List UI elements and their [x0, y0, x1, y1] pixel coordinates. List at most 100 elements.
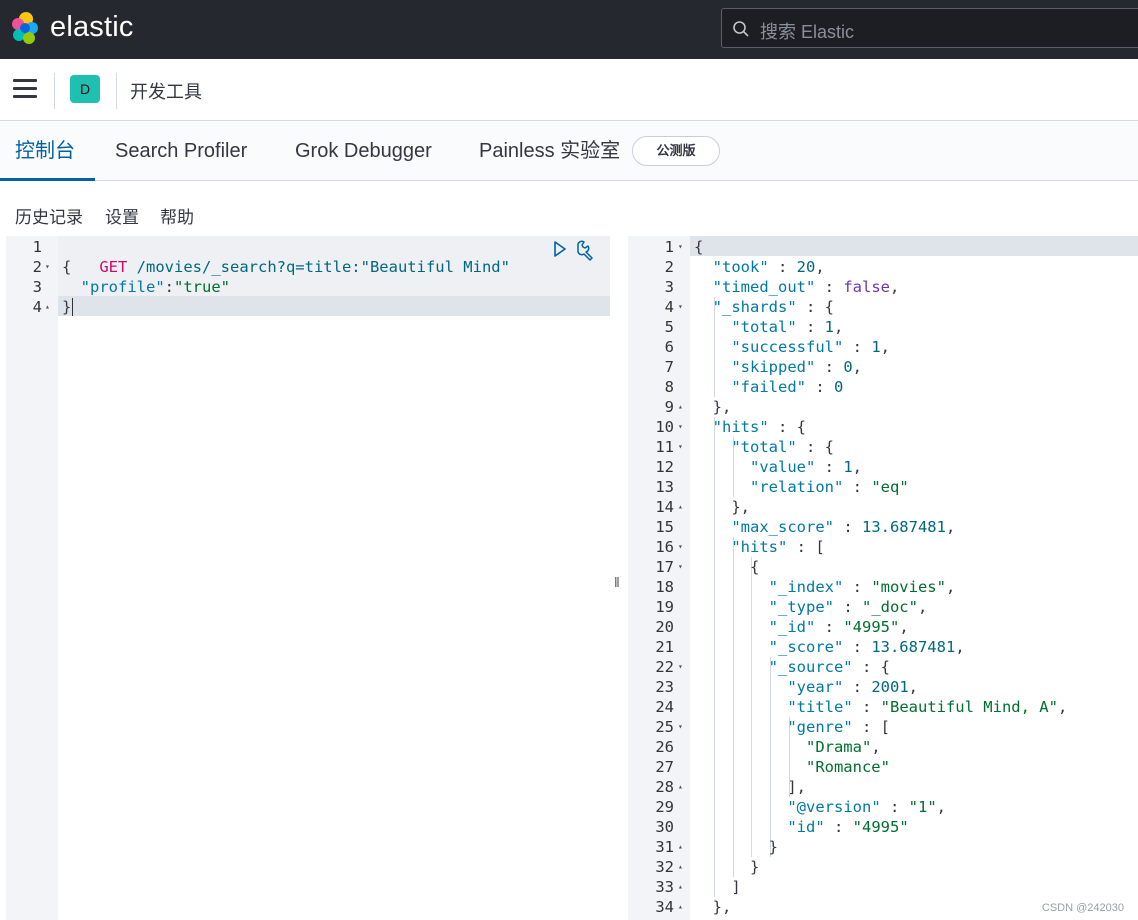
- fold-toggle-icon[interactable]: ▾: [678, 297, 683, 317]
- json-string: "4995": [852, 818, 909, 836]
- json-number: 13.687481: [861, 518, 946, 536]
- history-link[interactable]: 历史记录: [15, 203, 83, 228]
- response-line: {: [694, 557, 759, 577]
- json-punctuation: ,: [917, 598, 928, 616]
- json-punctuation: :: [824, 818, 853, 836]
- line-number: 9: [664, 398, 674, 416]
- json-number: 0: [843, 358, 853, 376]
- response-line: "Romance": [694, 757, 890, 777]
- fold-toggle-icon[interactable]: ▾: [678, 537, 683, 557]
- json-punctuation: ,: [936, 798, 946, 816]
- line-number: 34: [655, 898, 674, 916]
- response-line: "id" : "4995": [694, 817, 909, 837]
- logo-text[interactable]: elastic: [50, 11, 134, 44]
- fold-toggle-icon[interactable]: ▴: [678, 857, 683, 877]
- line-number: 3: [32, 278, 42, 296]
- fold-toggle-icon[interactable]: ▾: [45, 257, 50, 277]
- line-number: 15: [655, 518, 674, 536]
- request-method: GET: [99, 258, 128, 276]
- json-punctuation: :: [796, 318, 825, 336]
- response-line: "total" : 1,: [694, 317, 843, 337]
- active-line-highlight: [6, 296, 610, 316]
- line-number: 17: [655, 558, 674, 576]
- response-line: }: [694, 857, 759, 877]
- fold-toggle-icon[interactable]: ▴: [678, 497, 683, 517]
- request-gutter: [6, 236, 58, 920]
- response-line: "hits" : [: [694, 537, 824, 557]
- response-line: },: [694, 897, 732, 917]
- fold-toggle-icon[interactable]: ▴: [45, 297, 50, 317]
- line-number: 26: [655, 738, 674, 756]
- json-punctuation: : {: [852, 658, 890, 676]
- tab-grok-debugger[interactable]: Grok Debugger: [295, 122, 432, 181]
- response-viewer[interactable]: 1 ▾{2 "took" : 20, 3 "timed_out" : false, 4…: [628, 236, 1138, 920]
- fold-toggle-icon[interactable]: ▾: [678, 437, 683, 457]
- fold-toggle-icon[interactable]: ▾: [678, 657, 683, 677]
- response-line: "value" : 1,: [694, 457, 862, 477]
- json-punctuation: ],: [787, 778, 806, 796]
- json-key: "_id": [768, 618, 816, 636]
- json-key: "profile": [80, 278, 165, 296]
- json-punctuation: : [: [852, 718, 890, 736]
- settings-link[interactable]: 设置: [105, 203, 139, 228]
- json-punctuation: :: [852, 698, 881, 716]
- json-punctuation: }: [768, 838, 778, 856]
- tab-search-profiler[interactable]: Search Profiler: [115, 122, 247, 181]
- json-key: "title": [787, 698, 853, 716]
- global-search-input[interactable]: 搜索 Elastic: [721, 8, 1138, 48]
- line-number: 3: [664, 278, 674, 296]
- space-avatar[interactable]: D: [70, 75, 100, 103]
- line-number: 28: [655, 778, 674, 796]
- json-punctuation: :: [880, 798, 909, 816]
- fold-toggle-icon[interactable]: ▾: [678, 237, 683, 257]
- fold-toggle-icon[interactable]: ▴: [678, 777, 683, 797]
- elastic-logo-icon[interactable]: [10, 11, 40, 45]
- pane-resizer-handle[interactable]: ǁ: [614, 574, 620, 590]
- divider: [116, 73, 117, 109]
- request-line: }: [62, 298, 72, 316]
- json-string: "4995": [843, 618, 900, 636]
- wrench-icon[interactable]: [574, 239, 596, 261]
- line-number: 18: [655, 578, 674, 596]
- line-number: 24: [655, 698, 674, 716]
- json-key: "_score": [768, 638, 844, 656]
- hamburger-menu-icon[interactable]: [13, 79, 37, 99]
- tab-painless-lab[interactable]: Painless 实验室: [479, 122, 620, 181]
- response-line: ]: [694, 877, 740, 897]
- json-punctuation: ,: [899, 618, 909, 636]
- console-menu: 历史记录 设置 帮助: [0, 181, 1138, 236]
- tab-console[interactable]: 控制台: [0, 122, 95, 181]
- fold-toggle-icon[interactable]: ▴: [678, 837, 683, 857]
- fold-toggle-icon[interactable]: ▴: [678, 877, 683, 897]
- fold-toggle-icon[interactable]: ▴: [678, 397, 683, 417]
- request-url: /movies/_search?q=title:"Beautiful Mind": [136, 258, 510, 276]
- response-line: "skipped" : 0,: [694, 357, 862, 377]
- request-editor[interactable]: 1 2 ▾ 3 4 ▴ GET /movies/_search?q=title:…: [6, 236, 610, 920]
- fold-toggle-icon[interactable]: ▾: [678, 717, 683, 737]
- fold-toggle-icon[interactable]: ▾: [678, 417, 683, 437]
- json-punctuation: {: [750, 558, 760, 576]
- fold-toggle-icon[interactable]: ▴: [678, 897, 683, 917]
- fold-toggle-icon[interactable]: ▾: [678, 557, 683, 577]
- json-punctuation: ,: [890, 278, 900, 296]
- response-line: "_source" : {: [694, 657, 890, 677]
- line-number: 4: [664, 298, 674, 316]
- play-icon[interactable]: [552, 240, 568, 258]
- help-link[interactable]: 帮助: [160, 203, 194, 228]
- breadcrumb-bar: D 开发工具: [0, 59, 1138, 121]
- line-number: 2: [664, 258, 674, 276]
- line-number: 12: [655, 458, 674, 476]
